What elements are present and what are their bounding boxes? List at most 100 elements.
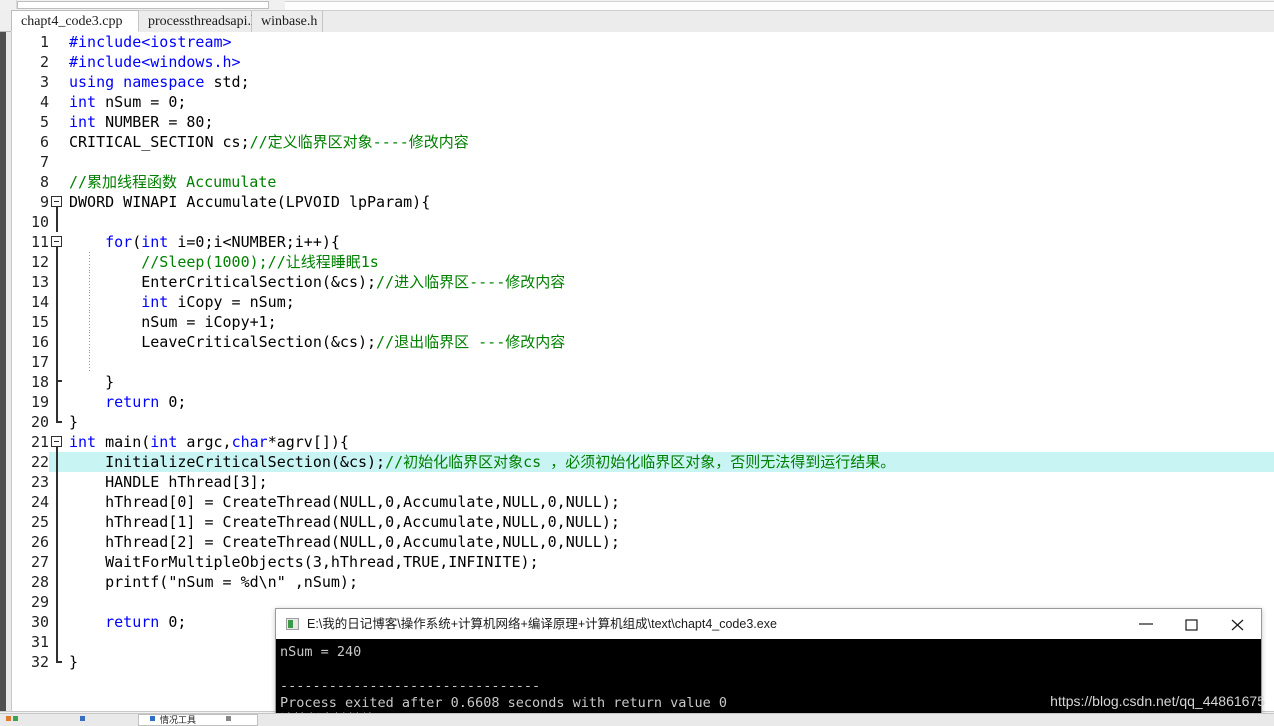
- fold-marker-cell[interactable]: [49, 212, 65, 232]
- tab-chapt4-code3-cpp[interactable]: chapt4_code3.cpp: [11, 10, 139, 32]
- code-line[interactable]: 7: [11, 152, 1274, 172]
- code-line-text: InitializeCriticalSection(&cs);//初始化临界区对…: [65, 452, 895, 472]
- fold-marker-cell[interactable]: [49, 132, 65, 152]
- fold-marker-cell[interactable]: [49, 232, 65, 252]
- code-line[interactable]: 24 hThread[0] = CreateThread(NULL,0,Accu…: [11, 492, 1274, 512]
- tab-winbase-h[interactable]: winbase.h: [252, 10, 323, 32]
- line-number: 5: [39, 113, 49, 131]
- code-line[interactable]: 9 DWORD WINAPI Accumulate(LPVOID lpParam)…: [11, 192, 1274, 212]
- taskbar-app-icon[interactable]: [226, 716, 231, 721]
- horizontal-scrollbar-track[interactable]: [285, 1, 1274, 10]
- code-line[interactable]: 26 hThread[2] = CreateThread(NULL,0,Accu…: [11, 532, 1274, 552]
- fold-marker-cell[interactable]: [49, 52, 65, 72]
- code-line[interactable]: 28 printf("nSum = %d\n" ,nSum);: [11, 572, 1274, 592]
- code-line[interactable]: 20}: [11, 412, 1274, 432]
- code-line[interactable]: 22 InitializeCriticalSection(&cs);//初始化临…: [11, 452, 1274, 472]
- fold-marker-cell[interactable]: [49, 72, 65, 92]
- line-number: 4: [39, 93, 49, 111]
- fold-marker-cell[interactable]: [49, 612, 65, 632]
- fold-guide-line: [56, 452, 58, 472]
- code-token-txt: EnterCriticalSection(&cs);: [69, 273, 377, 291]
- fold-marker-cell[interactable]: [49, 252, 65, 272]
- code-line-text: int NUMBER = 80;: [65, 112, 214, 132]
- console-title-bar[interactable]: E:\我的日记博客\操作系统+计算机网络+编译原理+计算机组成\text\cha…: [276, 609, 1261, 640]
- code-line-text: return 0;: [65, 392, 186, 412]
- fold-marker-cell[interactable]: [49, 572, 65, 592]
- line-number: 27: [30, 553, 49, 571]
- code-line-text: #include<iostream>: [65, 32, 232, 52]
- taskbar-active-window-button[interactable]: [138, 714, 258, 726]
- code-line[interactable]: 10: [11, 212, 1274, 232]
- fold-marker-cell[interactable]: [49, 172, 65, 192]
- fold-marker-cell[interactable]: [49, 332, 65, 352]
- code-line[interactable]: 6 CRITICAL_SECTION cs;//定义临界区对象----修改内容: [11, 132, 1274, 152]
- fold-marker-cell[interactable]: [49, 512, 65, 532]
- code-line[interactable]: 2 #include<windows.h>: [11, 52, 1274, 72]
- code-content[interactable]: 1 #include<iostream> 2 #include<windows.h> 3…: [11, 32, 1274, 672]
- fold-marker-cell[interactable]: [49, 632, 65, 652]
- code-line[interactable]: 23 HANDLE hThread[3];: [11, 472, 1274, 492]
- fold-marker-cell[interactable]: [49, 652, 65, 672]
- code-line[interactable]: 13 EnterCriticalSection(&cs);//进入临界区----…: [11, 272, 1274, 292]
- code-line[interactable]: 12 //Sleep(1000);//让线程睡眠1s: [11, 252, 1274, 272]
- code-line[interactable]: 27 WaitForMultipleObjects(3,hThread,TRUE…: [11, 552, 1274, 572]
- fold-marker-cell[interactable]: [49, 532, 65, 552]
- code-line[interactable]: 15 nSum = iCopy+1;: [11, 312, 1274, 332]
- code-line[interactable]: 11 for(int i=0;i<NUMBER;i++){: [11, 232, 1274, 252]
- fold-marker-cell[interactable]: [49, 592, 65, 612]
- taskbar-app-icon[interactable]: [80, 716, 85, 721]
- fold-collapse-icon[interactable]: [51, 196, 62, 207]
- fold-collapse-icon[interactable]: [51, 236, 62, 247]
- fold-marker-cell[interactable]: [49, 452, 65, 472]
- line-number: 31: [30, 633, 49, 651]
- line-number: 23: [30, 473, 49, 491]
- console-app-icon: [286, 618, 299, 630]
- line-number: 26: [30, 533, 49, 551]
- fold-marker-cell[interactable]: [49, 552, 65, 572]
- fold-marker-cell[interactable]: [49, 312, 65, 332]
- maximize-button[interactable]: [1169, 609, 1215, 638]
- fold-marker-cell[interactable]: [49, 192, 65, 212]
- code-line[interactable]: 3 using namespace std;: [11, 72, 1274, 92]
- fold-collapse-icon[interactable]: [51, 436, 62, 447]
- code-line[interactable]: 19 return 0;: [11, 392, 1274, 412]
- fold-marker-cell[interactable]: [49, 352, 65, 372]
- line-number: 10: [30, 213, 49, 231]
- taskbar-app-icon[interactable]: [150, 716, 155, 721]
- code-line[interactable]: 5 int NUMBER = 80;: [11, 112, 1274, 132]
- taskbar-app-icon[interactable]: [13, 716, 18, 721]
- fold-marker-cell[interactable]: [49, 432, 65, 452]
- code-line-text: LeaveCriticalSection(&cs);//退出临界区 ---修改内…: [65, 332, 565, 352]
- fold-marker-cell[interactable]: [49, 392, 65, 412]
- fold-marker-cell[interactable]: [49, 492, 65, 512]
- code-line[interactable]: 16 LeaveCriticalSection(&cs);//退出临界区 ---…: [11, 332, 1274, 352]
- code-line[interactable]: 4 int nSum = 0;: [11, 92, 1274, 112]
- taskbar-item[interactable]: 情况工具: [160, 715, 196, 726]
- fold-marker-cell[interactable]: [49, 152, 65, 172]
- code-token-txt: i=0;i<NUMBER;i++){: [168, 233, 340, 251]
- fold-marker-cell[interactable]: [49, 372, 65, 392]
- code-line[interactable]: 18 }: [11, 372, 1274, 392]
- close-button[interactable]: [1215, 609, 1261, 638]
- fold-marker-cell[interactable]: [49, 32, 65, 52]
- code-line-text: hThread[0] = CreateThread(NULL,0,Accumul…: [65, 492, 620, 512]
- fold-marker-cell[interactable]: [49, 472, 65, 492]
- fold-marker-cell[interactable]: [49, 412, 65, 432]
- code-line[interactable]: 8 //累加线程函数 Accumulate: [11, 172, 1274, 192]
- code-line[interactable]: 21 int main(int argc,char*agrv[]){: [11, 432, 1274, 452]
- taskbar[interactable]: 情况工具: [0, 713, 1274, 726]
- code-line[interactable]: 25 hThread[1] = CreateThread(NULL,0,Accu…: [11, 512, 1274, 532]
- fold-marker-cell[interactable]: [49, 292, 65, 312]
- fold-marker-cell[interactable]: [49, 272, 65, 292]
- code-line[interactable]: 17: [11, 352, 1274, 372]
- code-line[interactable]: 1 #include<iostream>: [11, 32, 1274, 52]
- taskbar-app-icon[interactable]: [6, 716, 11, 721]
- horizontal-scrollbar-thumb[interactable]: [17, 1, 269, 9]
- fold-marker-cell[interactable]: [49, 112, 65, 132]
- fold-marker-cell[interactable]: [49, 92, 65, 112]
- minimize-button[interactable]: [1123, 609, 1169, 638]
- scroll-left-button[interactable]: [0, 0, 17, 9]
- fold-guide-line: [56, 512, 58, 532]
- code-line[interactable]: 14 int iCopy = nSum;: [11, 292, 1274, 312]
- tab-processthreadsapi-h[interactable]: processthreadsapi.h: [139, 10, 258, 32]
